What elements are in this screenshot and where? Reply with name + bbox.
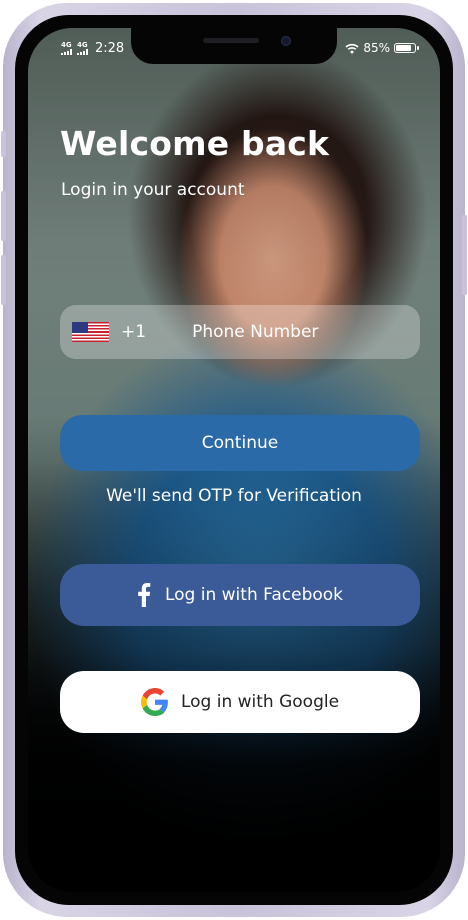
screen: 4G 4G 2:28 85% Welcome back Login in you… xyxy=(28,28,440,892)
battery-icon xyxy=(394,43,419,53)
network-type-2: 4G xyxy=(77,41,88,49)
notch xyxy=(131,28,337,64)
google-login-label: Log in with Google xyxy=(180,692,340,712)
facebook-login-button[interactable]: Log in with Facebook xyxy=(60,564,420,626)
phone-bezel: 4G 4G 2:28 85% Welcome back Login in you… xyxy=(15,15,453,905)
signal-icon-2: 4G xyxy=(77,42,88,55)
facebook-login-label: Log in with Facebook xyxy=(164,585,344,605)
status-right: 85% xyxy=(345,41,419,55)
continue-button[interactable]: Continue xyxy=(60,415,420,471)
dial-code[interactable]: +1 xyxy=(121,322,146,342)
us-flag-icon[interactable] xyxy=(72,322,109,342)
side-button-volume-down xyxy=(1,255,6,305)
page-subtitle: Login in your account xyxy=(61,180,245,200)
side-button-power xyxy=(462,215,467,295)
status-left: 4G 4G 2:28 xyxy=(61,41,124,56)
page-title: Welcome back xyxy=(60,124,330,163)
side-button-volume-up xyxy=(1,191,6,241)
battery-percent: 85% xyxy=(363,41,390,55)
wifi-icon xyxy=(345,43,359,53)
otp-note: We'll send OTP for Verification xyxy=(106,486,362,506)
status-time: 2:28 xyxy=(95,41,125,56)
google-icon xyxy=(140,688,168,716)
network-type-1: 4G xyxy=(61,41,72,49)
phone-number-input[interactable] xyxy=(146,304,420,360)
speaker-grille xyxy=(203,38,259,43)
signal-icon-1: 4G xyxy=(61,42,72,55)
phone-frame: 4G 4G 2:28 85% Welcome back Login in you… xyxy=(1,3,467,917)
facebook-icon xyxy=(138,583,151,607)
google-login-button[interactable]: Log in with Google xyxy=(60,671,420,733)
side-button-mute xyxy=(1,131,6,157)
phone-input-group: +1 xyxy=(60,304,420,360)
front-camera xyxy=(281,36,291,46)
